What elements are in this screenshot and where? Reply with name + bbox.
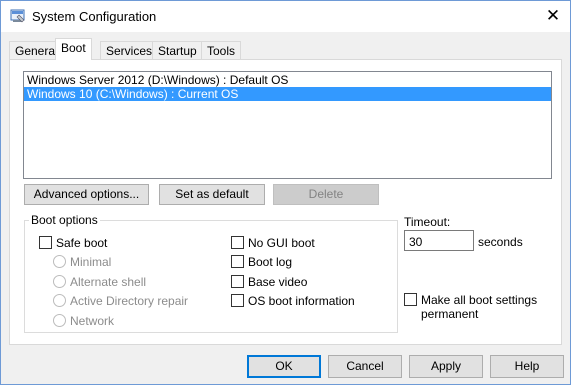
no-gui-boot-label: No GUI boot xyxy=(248,236,315,250)
tab-tools[interactable]: Tools xyxy=(201,41,242,60)
network-radio[interactable]: Network xyxy=(53,314,114,328)
checkbox-icon[interactable] xyxy=(231,294,244,307)
checkbox-icon[interactable] xyxy=(39,236,52,249)
help-button[interactable]: Help xyxy=(490,355,564,378)
boot-options-label: Boot options xyxy=(29,213,100,227)
title-bar[interactable]: System Configuration ✕ xyxy=(1,1,570,32)
os-boot-information-label: OS boot information xyxy=(248,294,355,308)
os-list-item[interactable]: Windows Server 2012 (D:\Windows) : Defau… xyxy=(24,73,551,87)
radio-icon[interactable] xyxy=(53,255,66,268)
base-video-checkbox[interactable]: Base video xyxy=(231,275,307,289)
make-permanent-checkbox[interactable]: Make all boot settings permanent xyxy=(404,293,538,321)
safe-boot-checkbox[interactable]: Safe boot xyxy=(39,236,107,250)
apply-button[interactable]: Apply xyxy=(409,355,483,378)
minimal-label: Minimal xyxy=(70,255,112,269)
alternate-shell-label: Alternate shell xyxy=(70,275,147,289)
set-as-default-button[interactable]: Set as default xyxy=(159,184,265,205)
timeout-label: Timeout: xyxy=(404,215,451,229)
seconds-label: seconds xyxy=(478,235,523,249)
active-directory-repair-radio[interactable]: Active Directory repair xyxy=(53,294,188,308)
advanced-options-button[interactable]: Advanced options... xyxy=(24,184,149,205)
base-video-label: Base video xyxy=(248,275,308,289)
no-gui-boot-checkbox[interactable]: No GUI boot xyxy=(231,236,315,250)
checkbox-icon[interactable] xyxy=(231,236,244,249)
system-configuration-window: System Configuration ✕ General Boot Serv… xyxy=(0,0,571,385)
network-label: Network xyxy=(70,314,115,328)
radio-icon[interactable] xyxy=(53,275,66,288)
delete-button[interactable]: Delete xyxy=(273,184,379,205)
msconfig-icon xyxy=(10,8,26,24)
boot-log-checkbox[interactable]: Boot log xyxy=(231,255,292,269)
checkbox-icon[interactable] xyxy=(404,293,417,306)
make-permanent-label-line2: permanent xyxy=(421,307,479,321)
safe-boot-label: Safe boot xyxy=(56,236,108,250)
cancel-button[interactable]: Cancel xyxy=(328,355,402,378)
alternate-shell-radio[interactable]: Alternate shell xyxy=(53,275,146,289)
radio-icon[interactable] xyxy=(53,294,66,307)
make-permanent-label-line1: Make all boot settings xyxy=(421,293,538,307)
os-list[interactable]: Windows Server 2012 (D:\Windows) : Defau… xyxy=(23,71,552,179)
window-title: System Configuration xyxy=(32,9,157,24)
os-boot-information-checkbox[interactable]: OS boot information xyxy=(231,294,355,308)
timeout-input[interactable] xyxy=(404,230,474,251)
checkbox-icon[interactable] xyxy=(231,255,244,268)
ok-button[interactable]: OK xyxy=(247,355,321,378)
checkbox-icon[interactable] xyxy=(231,275,244,288)
tab-services[interactable]: Services xyxy=(100,41,159,60)
active-directory-repair-label: Active Directory repair xyxy=(70,294,189,308)
tab-boot[interactable]: Boot xyxy=(55,38,92,60)
tab-startup[interactable]: Startup xyxy=(152,41,203,60)
boot-tab-panel: Windows Server 2012 (D:\Windows) : Defau… xyxy=(9,59,562,345)
minimal-radio[interactable]: Minimal xyxy=(53,255,111,269)
radio-icon[interactable] xyxy=(53,314,66,327)
close-icon[interactable]: ✕ xyxy=(536,1,570,32)
os-list-item-selected[interactable]: Windows 10 (C:\Windows) : Current OS xyxy=(24,87,551,101)
boot-log-label: Boot log xyxy=(248,255,293,269)
